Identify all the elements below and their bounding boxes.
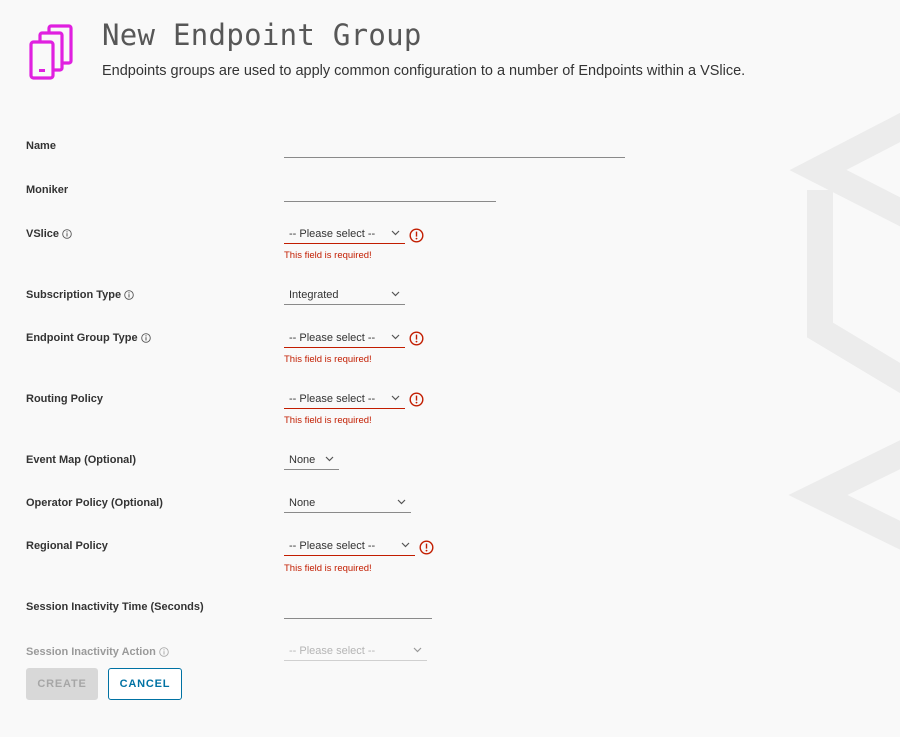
event-map-select[interactable]: None	[284, 450, 339, 470]
cancel-button[interactable]: CANCEL	[108, 668, 182, 700]
session-inactivity-time-input[interactable]	[284, 598, 432, 619]
regional-policy-select-value: -- Please select --	[289, 539, 376, 552]
session-inactivity-action-label: Session Inactivity Action	[26, 646, 169, 658]
moniker-label: Moniker	[26, 184, 68, 196]
page-title: New Endpoint Group	[102, 18, 422, 52]
chevron-down-icon	[397, 499, 406, 505]
vslice-label: VSlice	[26, 228, 72, 240]
name-label-text: Name	[26, 140, 56, 152]
session-inactivity-time-label: Session Inactivity Time (Seconds)	[26, 601, 204, 613]
subscription-type-label: Subscription Type	[26, 289, 134, 301]
subscription-type-select-value: Integrated	[289, 288, 339, 301]
routing-policy-label: Routing Policy	[26, 393, 103, 405]
chevron-down-icon	[401, 542, 410, 548]
endpoint-group-type-select[interactable]: -- Please select --	[284, 328, 405, 348]
endpoint-group-icon	[29, 24, 73, 80]
background-decoration	[788, 112, 900, 550]
subscription-type-select[interactable]: Integrated	[284, 285, 405, 305]
error-icon	[409, 331, 424, 346]
endpoint-group-type-select-value: -- Please select --	[289, 331, 376, 344]
endpoint-group-type-label: Endpoint Group Type	[26, 332, 151, 344]
routing-policy-label-text: Routing Policy	[26, 393, 103, 405]
info-icon[interactable]	[124, 290, 134, 300]
operator-policy-select[interactable]: None	[284, 493, 411, 513]
regional-policy-label: Regional Policy	[26, 540, 108, 552]
chevron-down-icon	[391, 395, 400, 401]
vslice-select[interactable]: -- Please select --	[284, 224, 405, 244]
error-icon	[419, 540, 434, 555]
page-subtitle: Endpoints groups are used to apply commo…	[102, 63, 746, 79]
chevron-down-icon	[391, 334, 400, 340]
chevron-down-icon	[325, 456, 334, 462]
moniker-label-text: Moniker	[26, 184, 69, 196]
subscription-type-label-text: Subscription Type	[26, 289, 122, 301]
vslice-error: This field is required!	[284, 250, 372, 261]
create-button[interactable]: CREATE	[26, 668, 98, 700]
error-icon	[409, 228, 424, 243]
chevron-down-icon	[391, 230, 400, 236]
operator-policy-label: Operator Policy (Optional)	[26, 497, 163, 509]
error-icon	[409, 392, 424, 407]
info-icon[interactable]	[140, 333, 151, 343]
routing-policy-error: This field is required!	[284, 415, 372, 426]
chevron-down-icon	[391, 291, 400, 297]
info-icon[interactable]	[62, 229, 72, 239]
name-input[interactable]	[284, 137, 625, 158]
endpoint-group-type-label-text: Endpoint Group Type	[26, 332, 138, 344]
event-map-select-value: None	[289, 453, 316, 466]
vslice-label-text: VSlice	[26, 228, 60, 240]
regional-policy-label-text: Regional Policy	[26, 540, 108, 552]
event-map-label-text: Event Map (Optional)	[26, 454, 136, 466]
regional-policy-error: This field is required!	[284, 563, 372, 574]
moniker-input[interactable]	[284, 181, 496, 202]
vslice-select-value: -- Please select --	[289, 227, 376, 240]
operator-policy-select-value: None	[289, 496, 316, 509]
session-inactivity-time-label-text: Session Inactivity Time (Seconds)	[26, 601, 204, 613]
operator-policy-label-text: Operator Policy (Optional)	[26, 497, 163, 509]
name-label: Name	[26, 140, 56, 152]
session-inactivity-action-select: -- Please select --	[284, 641, 427, 661]
info-icon[interactable]	[159, 647, 169, 657]
session-inactivity-action-label-text: Session Inactivity Action	[26, 646, 156, 658]
chevron-down-icon	[413, 647, 422, 653]
session-inactivity-action-select-value: -- Please select --	[289, 644, 376, 657]
endpoint-group-type-error: This field is required!	[284, 354, 372, 365]
event-map-label: Event Map (Optional)	[26, 454, 136, 466]
routing-policy-select[interactable]: -- Please select --	[284, 389, 405, 409]
regional-policy-select[interactable]: -- Please select --	[284, 536, 415, 556]
routing-policy-select-value: -- Please select --	[289, 392, 376, 405]
